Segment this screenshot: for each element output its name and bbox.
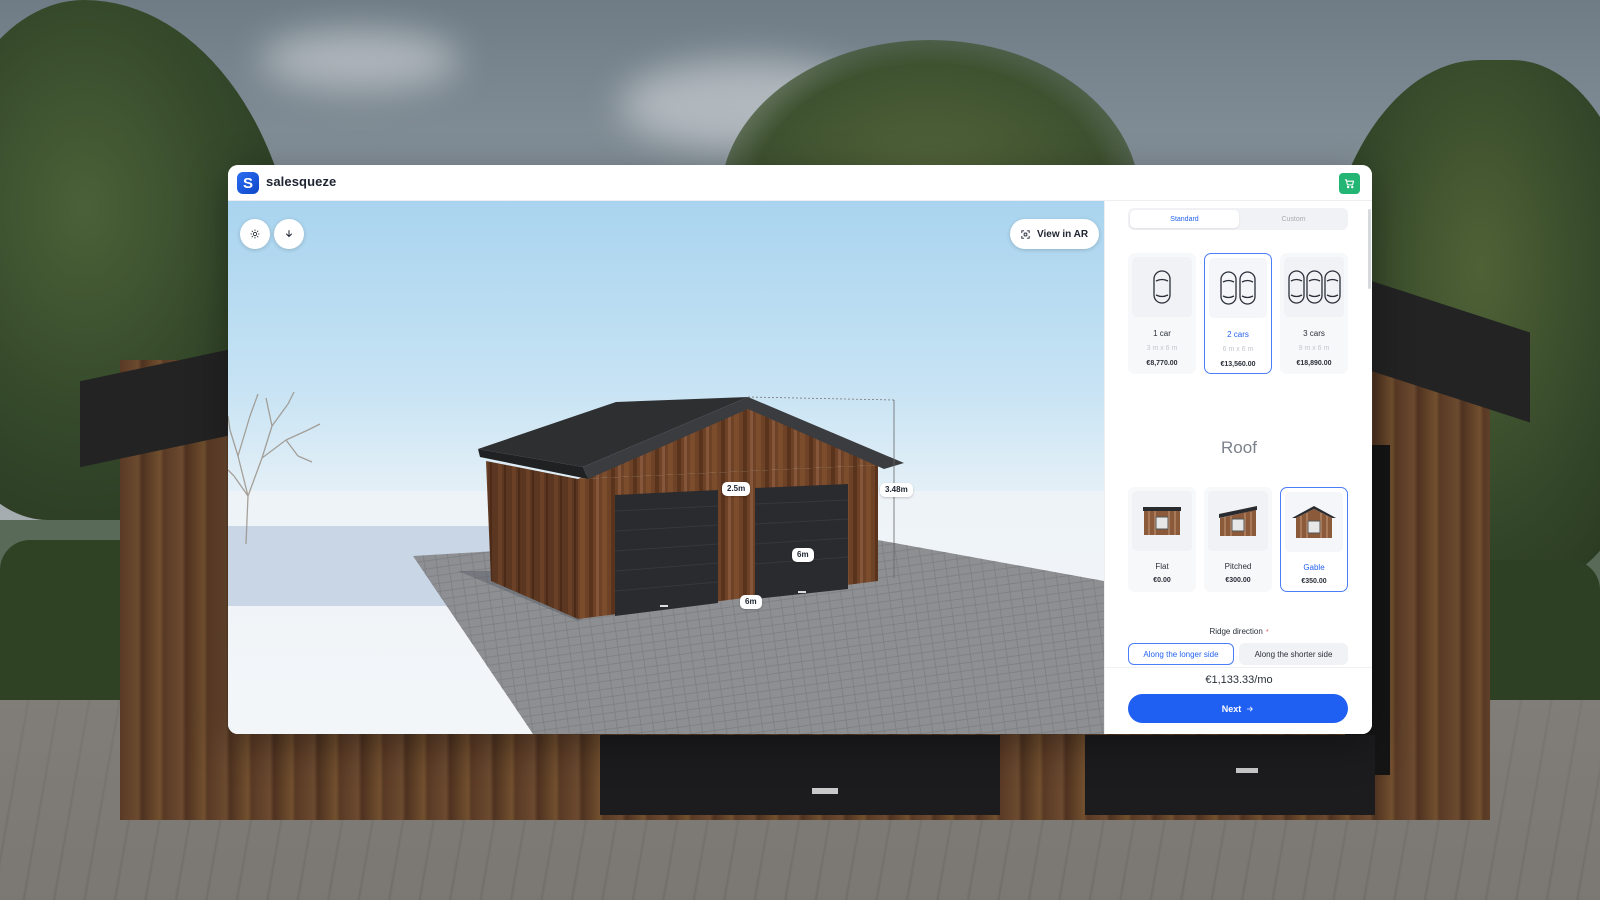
tab-standard[interactable]: Standard	[1130, 210, 1239, 228]
roof-thumbnail	[1132, 491, 1192, 551]
mode-tabs: Standard Custom	[1128, 208, 1348, 230]
background-garage-door-right	[1085, 735, 1375, 815]
flat-roof-icon	[1143, 507, 1181, 535]
roof-option-label: Flat	[1155, 562, 1169, 571]
car-icon	[1153, 270, 1171, 304]
size-option-label: 2 cars	[1227, 330, 1249, 339]
background-door-handle	[1236, 768, 1258, 773]
top-bar: S salesqueze	[228, 165, 1372, 201]
dimension-label-width: 6m	[740, 595, 762, 609]
ridge-option-shorter-side[interactable]: Along the shorter side	[1239, 643, 1348, 665]
roof-thumbnail	[1208, 491, 1268, 551]
view-in-ar-label: View in AR	[1037, 228, 1089, 240]
ar-scan-icon	[1021, 229, 1030, 239]
background-door-handle	[812, 788, 838, 794]
download-icon	[286, 230, 292, 237]
size-thumbnail	[1284, 257, 1344, 317]
cart-button[interactable]	[1339, 173, 1360, 194]
size-thumbnail	[1209, 258, 1267, 318]
lighting-button[interactable]	[240, 219, 270, 249]
size-option-price: €8,770.00	[1146, 360, 1178, 367]
dimension-label-depth: 6m	[792, 548, 814, 562]
roof-option-price: €0.00	[1153, 577, 1171, 584]
size-option-dimensions: 9 m x 6 m	[1298, 345, 1330, 352]
garage-3d-model	[413, 396, 1104, 734]
brand-logo-icon[interactable]: S	[237, 172, 259, 194]
size-option-3-cars[interactable]: 3 cars 9 m x 6 m €18,890.00	[1280, 253, 1348, 374]
size-option-dimensions: 6 m x 6 m	[1222, 346, 1254, 353]
roof-option-label: Gable	[1303, 563, 1325, 572]
sun-icon	[250, 229, 260, 239]
background-garage-door-left	[600, 735, 1000, 815]
pitched-roof-icon	[1219, 506, 1257, 536]
ridge-direction-text: Ridge direction	[1209, 627, 1263, 636]
dimension-label-door-height: 2.5m	[722, 482, 751, 496]
required-marker: *	[1265, 629, 1269, 636]
gable-roof-icon	[1292, 506, 1336, 538]
panel-footer: €1,133.33/mo Next	[1105, 667, 1372, 734]
configurator-window: S salesqueze 2.5m 3.48m 6m 6m View in AR…	[228, 165, 1372, 734]
ridge-option-longer-side[interactable]: Along the longer side	[1128, 643, 1234, 665]
size-option-dimensions: 3 m x 6 m	[1146, 345, 1178, 352]
view-in-ar-button[interactable]: View in AR	[1010, 219, 1100, 249]
configuration-panel: Standard Custom 1 car 3 m x 6 m €8,770.0…	[1104, 201, 1372, 734]
cart-icon	[1344, 179, 1355, 189]
next-button-label: Next	[1221, 703, 1242, 714]
options-scroll-area[interactable]: Standard Custom 1 car 3 m x 6 m €8,770.0…	[1105, 201, 1372, 667]
size-option-price: €18,890.00	[1296, 360, 1332, 367]
ridge-direction-label: Ridge direction *	[1105, 627, 1372, 636]
tab-custom[interactable]: Custom	[1239, 210, 1348, 228]
roof-thumbnail	[1285, 492, 1343, 552]
roof-option-price: €300.00	[1225, 577, 1251, 584]
size-option-1-car[interactable]: 1 car 3 m x 6 m €8,770.00	[1128, 253, 1196, 374]
roof-section-title: Roof	[1221, 438, 1257, 457]
size-option-2-cars[interactable]: 2 cars 6 m x 6 m €13,560.00	[1204, 253, 1272, 374]
roof-option-flat[interactable]: Flat €0.00	[1128, 487, 1196, 592]
size-option-price: €13,560.00	[1220, 361, 1256, 368]
roof-option-gable[interactable]: Gable €350.00	[1280, 487, 1348, 592]
monthly-price: €1,133.33/mo	[1205, 674, 1273, 686]
brand-name: salesqueze	[266, 174, 337, 189]
cars-icon	[1288, 270, 1341, 304]
size-option-label: 3 cars	[1303, 329, 1325, 338]
cars-icon	[1220, 271, 1256, 305]
panel-scrollbar[interactable]	[1368, 209, 1371, 289]
roof-option-pitched[interactable]: Pitched €300.00	[1204, 487, 1272, 592]
3d-viewport[interactable]: 2.5m 3.48m 6m 6m View in AR	[228, 201, 1104, 734]
roof-option-price: €350.00	[1301, 578, 1327, 585]
dimension-label-total-height: 3.48m	[880, 483, 913, 497]
roof-option-label: Pitched	[1224, 562, 1252, 571]
arrow-right-icon	[1247, 706, 1254, 711]
background-cloud	[260, 30, 460, 90]
size-thumbnail	[1132, 257, 1192, 317]
size-option-label: 1 car	[1153, 329, 1171, 338]
next-button[interactable]: Next	[1128, 694, 1348, 723]
download-button[interactable]	[274, 219, 304, 249]
